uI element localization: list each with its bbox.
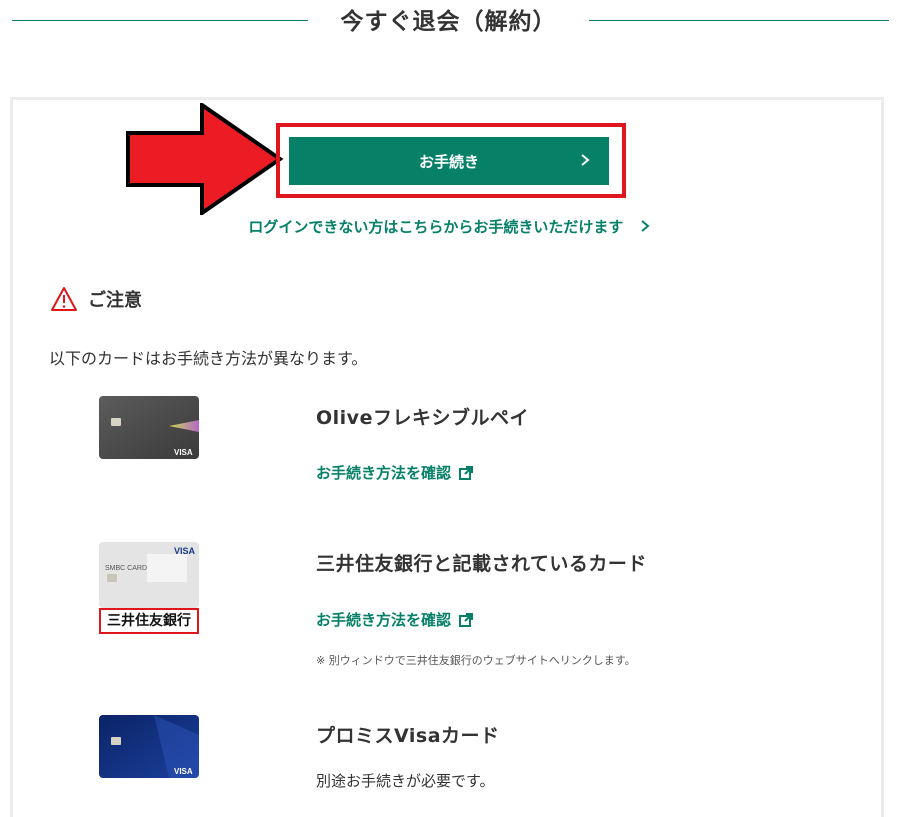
smbc-procedure-link-label: お手続き方法を確認 xyxy=(316,611,452,629)
promise-card-image: VISA xyxy=(99,715,199,778)
visa-logo: VISA xyxy=(174,448,193,457)
heading-divider-left xyxy=(12,20,308,21)
olive-procedure-link-label: お手続き方法を確認 xyxy=(316,464,452,482)
bank-name-label: 三井住友銀行 xyxy=(99,608,199,634)
notice-intro: 以下のカードはお手続き方法が異なります。 xyxy=(49,349,368,368)
chevron-right-icon xyxy=(581,154,590,166)
chevron-right-icon xyxy=(640,220,650,232)
visa-logo: VISA xyxy=(174,767,193,776)
olive-card-image: VISA xyxy=(99,396,199,459)
page-title: 今すぐ退会（解約） xyxy=(340,9,557,35)
procedure-button-label: お手続き xyxy=(418,152,479,171)
smbc-procedure-link[interactable]: お手続き方法を確認 xyxy=(316,609,474,630)
red-arrow-icon xyxy=(126,103,284,215)
card-name-smbc: 三井住友銀行と記載されているカード xyxy=(316,553,647,575)
smbc-card-image: SMBC CARD VISA xyxy=(99,542,199,608)
heading-divider-right xyxy=(589,20,889,21)
card-name-olive: Oliveフレキシブルペイ xyxy=(316,407,529,429)
login-help-link-label: ログインできない方はこちらからお手続きいただけます xyxy=(248,218,624,236)
notice-title: ご注意 xyxy=(88,290,142,311)
external-link-note: ※ 別ウィンドウで三井住友銀行のウェブサイトへリンクします。 xyxy=(316,654,636,667)
warning-triangle-icon xyxy=(51,287,77,311)
card-name-promise: プロミスVisaカード xyxy=(316,725,500,747)
procedure-button[interactable]: お手続き xyxy=(289,137,609,185)
notice-heading: ご注意 xyxy=(50,286,142,312)
smbc-card-print: SMBC CARD xyxy=(105,565,147,572)
olive-procedure-link[interactable]: お手続き方法を確認 xyxy=(316,462,474,483)
section-heading: 今すぐ退会（解約） xyxy=(0,0,899,46)
login-help-link[interactable]: ログインできない方はこちらからお手続きいただけます xyxy=(0,216,899,237)
visa-logo: VISA xyxy=(174,546,196,556)
external-link-icon xyxy=(459,465,474,480)
promise-procedure-text: 別途お手続きが必要です。 xyxy=(316,772,495,790)
external-link-icon xyxy=(459,612,474,627)
